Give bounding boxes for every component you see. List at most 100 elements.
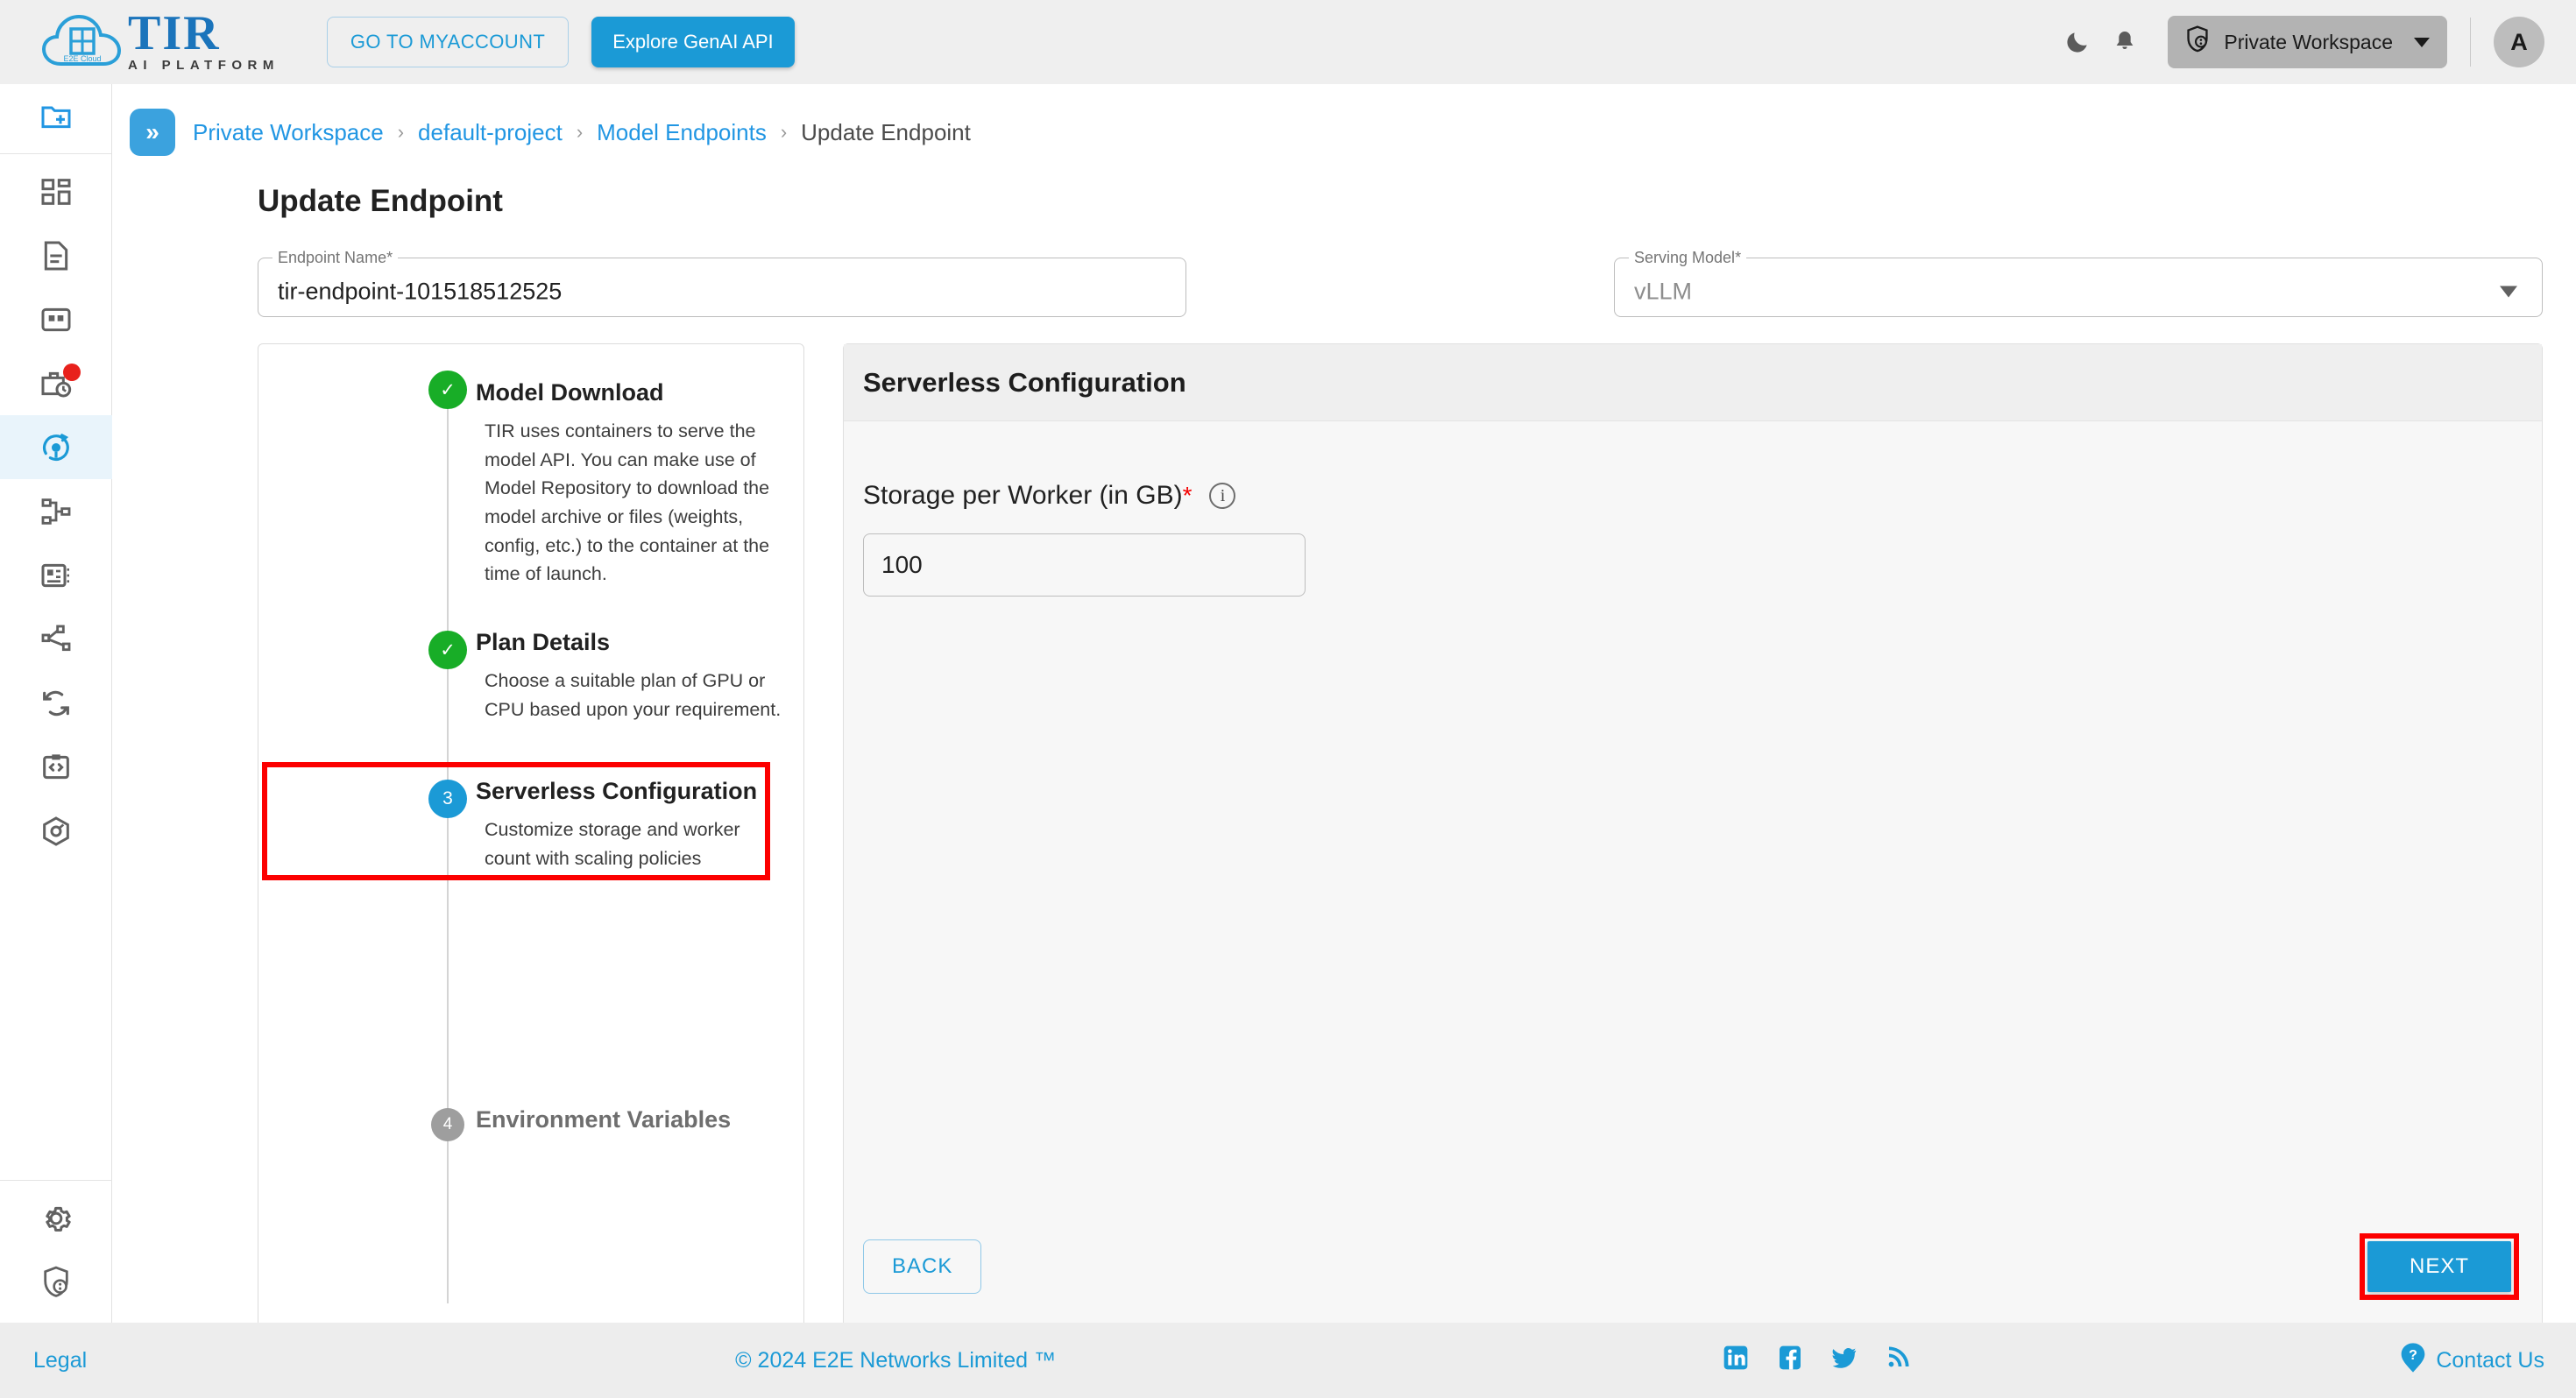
top-bar-right-group: Private Workspace A — [2054, 16, 2544, 68]
endpoint-name-input[interactable]: tir-endpoint-101518512525 — [278, 279, 562, 306]
moon-icon[interactable] — [2054, 18, 2101, 66]
svg-text:E2E Cloud: E2E Cloud — [63, 54, 101, 63]
avatar[interactable]: A — [2494, 17, 2544, 67]
step-title: Model Download — [476, 379, 664, 406]
next-button-highlight: NEXT — [2359, 1233, 2519, 1300]
cloud-logo-icon: E2E Cloud — [42, 13, 123, 71]
api-tokens-icon — [43, 753, 69, 779]
step-environment-variables[interactable]: 4 Environment Variables — [258, 873, 803, 1141]
check-icon: ✓ — [428, 371, 467, 409]
panel-footer: BACK NEXT — [844, 1201, 2542, 1332]
sidebar-item-containers[interactable] — [0, 799, 112, 863]
twitter-icon[interactable] — [1830, 1344, 1858, 1378]
storage-label-row: Storage per Worker (in GB)* i — [863, 481, 2542, 511]
containers-icon — [43, 816, 69, 846]
model-endpoints-icon — [43, 433, 69, 461]
info-circle-icon[interactable]: i — [1209, 483, 1236, 509]
sidebar-item-notebook[interactable] — [0, 223, 112, 287]
footer-copyright: © 2024 E2E Networks Limited ™ — [735, 1347, 1056, 1373]
step-description: TIR uses containers to serve the model A… — [485, 420, 770, 585]
svg-text:?: ? — [2409, 1348, 2417, 1363]
sidebar-item-jobs[interactable] — [0, 351, 112, 415]
sidebar-item-settings[interactable] — [0, 1186, 112, 1250]
security-shield-icon — [44, 1266, 68, 1297]
workspace-label: Private Workspace — [2224, 30, 2393, 53]
linkedin-icon[interactable] — [1722, 1344, 1750, 1378]
back-button[interactable]: BACK — [863, 1239, 982, 1294]
step-description: Customize storage and worker count with … — [485, 819, 740, 870]
step-description: Choose a suitable plan of GPU or CPU bas… — [485, 670, 782, 720]
sidebar-item-security[interactable] — [0, 1250, 112, 1314]
chevron-down-icon[interactable] — [2414, 37, 2430, 47]
sidebar-item-new-project[interactable] — [0, 84, 112, 148]
breadcrumb-separator: › — [780, 121, 788, 143]
sidebar-item-api-tokens[interactable] — [0, 735, 112, 799]
notebook-icon — [44, 241, 68, 270]
step-number-badge: 4 — [431, 1107, 464, 1141]
bell-icon[interactable] — [2101, 18, 2148, 66]
serverless-configuration-panel: Serverless Configuration Storage per Wor… — [843, 343, 2543, 1333]
logo-subtitle: AI PLATFORM — [128, 57, 280, 73]
panel-body: Storage per Worker (in GB)* i — [844, 421, 2542, 1201]
step-model-download[interactable]: ✓ Model Download TIR uses containers to … — [258, 369, 803, 589]
breadcrumb: » Private Workspace › default-project › … — [112, 105, 2576, 159]
facebook-icon[interactable] — [1776, 1344, 1804, 1378]
serving-model-select[interactable]: vLLM — [1634, 279, 1692, 306]
serving-model-label: Serving Model* — [1634, 249, 1742, 266]
explore-genai-api-button[interactable]: Explore GenAI API — [591, 17, 795, 67]
contact-us-link[interactable]: ? Contact Us — [2399, 1342, 2544, 1380]
pipelines-icon — [41, 498, 71, 525]
breadcrumb-item-project[interactable]: default-project — [418, 119, 563, 146]
go-to-myaccount-button[interactable]: GO TO MYACCOUNT — [326, 17, 570, 67]
wizard-body: ✓ Model Download TIR uses containers to … — [258, 343, 2543, 1333]
new-project-icon — [41, 106, 71, 128]
model-repository-icon — [41, 563, 69, 587]
rss-icon[interactable] — [1885, 1345, 1911, 1377]
workspace-selector[interactable]: Private Workspace — [2168, 16, 2447, 68]
footer: Legal © 2024 E2E Networks Limited ™ ? Co… — [0, 1323, 2576, 1398]
next-button[interactable]: NEXT — [2367, 1241, 2511, 1292]
breadcrumb-item-current: Update Endpoint — [801, 118, 971, 145]
left-nav-rail — [0, 84, 112, 1323]
divider — [2470, 18, 2471, 67]
panel-title: Serverless Configuration — [863, 366, 1186, 398]
chevron-down-icon[interactable] — [2500, 286, 2517, 298]
sidebar-item-integrations[interactable] — [0, 607, 112, 671]
sidebar-item-pipelines[interactable] — [0, 479, 112, 543]
footer-legal-link[interactable]: Legal — [33, 1348, 87, 1373]
serving-model-field: Serving Model* vLLM — [1614, 249, 2543, 317]
datasets-icon — [41, 307, 71, 331]
sync-icon — [43, 690, 69, 716]
breadcrumb-item-workspace[interactable]: Private Workspace — [193, 119, 384, 146]
step-serverless-configuration[interactable]: 3 Serverless Configuration Customize sto… — [258, 724, 803, 881]
page-title: Update Endpoint — [258, 184, 503, 218]
shield-user-icon — [2183, 25, 2212, 60]
divider — [0, 153, 111, 154]
step-plan-details[interactable]: ✓ Plan Details Choose a suitable plan of… — [258, 589, 803, 724]
divider — [0, 1180, 112, 1181]
chevron-double-right-icon[interactable]: » — [130, 109, 175, 156]
step-title: Plan Details — [476, 629, 611, 656]
endpoint-name-field: Endpoint Name* tir-endpoint-101518512525 — [258, 249, 1186, 317]
endpoint-name-label: Endpoint Name* — [278, 249, 393, 266]
brand-logo[interactable]: E2E Cloud TIR AI PLATFORM — [42, 9, 280, 73]
storage-per-worker-input[interactable] — [863, 533, 1306, 597]
breadcrumb-separator: › — [397, 121, 405, 143]
breadcrumb-item-model-endpoints[interactable]: Model Endpoints — [597, 119, 767, 146]
sidebar-item-sync[interactable] — [0, 671, 112, 735]
main-content: » Private Workspace › default-project › … — [112, 84, 2576, 1333]
notification-badge — [63, 364, 81, 381]
sidebar-item-model-endpoints[interactable] — [0, 415, 112, 479]
rail-bottom-group — [0, 1175, 112, 1314]
top-bar: E2E Cloud TIR AI PLATFORM GO TO MYACCOUN… — [0, 0, 2576, 84]
sidebar-item-model-repository[interactable] — [0, 543, 112, 607]
integrations-icon — [41, 625, 71, 651]
sidebar-item-dashboard[interactable] — [0, 159, 112, 223]
dashboard-icon — [41, 178, 71, 205]
sidebar-item-datasets[interactable] — [0, 287, 112, 351]
breadcrumb-separator: › — [576, 121, 584, 143]
panel-header: Serverless Configuration — [844, 344, 2542, 421]
step-title: Serverless Configuration — [476, 778, 758, 805]
settings-gear-icon — [46, 1206, 71, 1232]
storage-per-worker-label: Storage per Worker (in GB)* — [863, 481, 1192, 510]
